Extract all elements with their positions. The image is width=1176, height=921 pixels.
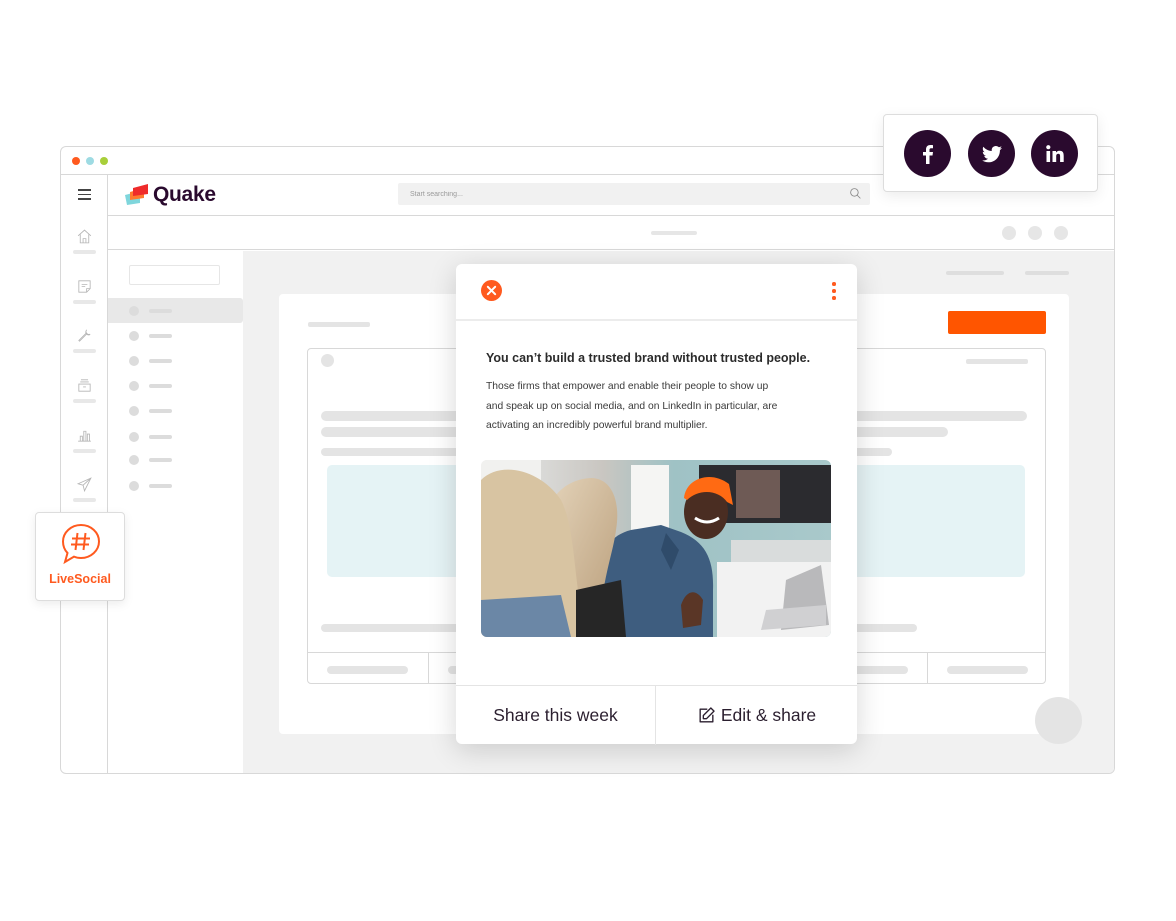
- popup-body-line: Those firms that empower and enable thei…: [486, 381, 769, 392]
- rail-item-tools[interactable]: [61, 327, 108, 367]
- popup-body-line: and speak up on social media, and on Lin…: [486, 400, 778, 412]
- twitter-button[interactable]: [968, 130, 1015, 177]
- note-icon: [78, 280, 91, 293]
- panel-title-placeholder: [308, 322, 370, 327]
- sidebar-list-item[interactable]: [108, 447, 243, 472]
- twitter-icon: [981, 145, 1002, 162]
- window-close-dot[interactable]: [72, 157, 80, 165]
- edit-and-share-button[interactable]: Edit & share: [656, 686, 857, 745]
- rail-item-send[interactable]: [61, 476, 108, 516]
- rail-item-home[interactable]: [61, 228, 108, 268]
- rail-item-notes[interactable]: [61, 278, 108, 318]
- search-input[interactable]: [410, 186, 830, 202]
- share-this-week-label: Share this week: [493, 705, 618, 725]
- popup-header: [456, 264, 857, 321]
- rail-label-placeholder: [73, 449, 96, 453]
- primary-action-button[interactable]: [948, 311, 1046, 334]
- window-maximize-dot[interactable]: [100, 157, 108, 165]
- search-icon[interactable]: [849, 187, 862, 200]
- linkedin-button[interactable]: [1031, 130, 1078, 177]
- facebook-icon: [922, 144, 933, 164]
- rail-label-placeholder: [73, 300, 96, 304]
- sidebar-list-item[interactable]: [108, 473, 243, 498]
- quake-logo[interactable]: Quake: [124, 183, 216, 207]
- footer-action-placeholder[interactable]: [327, 666, 408, 674]
- rail-label-placeholder: [73, 399, 96, 403]
- sidebar-filter-input[interactable]: [129, 265, 220, 285]
- livesocial-label: LiveSocial: [49, 572, 111, 586]
- send-icon: [76, 477, 92, 493]
- rail-item-analytics[interactable]: [61, 427, 108, 467]
- share-this-week-button[interactable]: Share this week: [456, 686, 656, 745]
- popup-footer: Share this week Edit & share: [456, 685, 857, 745]
- social-share-box: [883, 114, 1098, 192]
- linkedin-icon: [1045, 144, 1064, 162]
- toolbar-placeholder: [946, 271, 1004, 275]
- hashtag-chat-icon: [61, 523, 101, 565]
- date-placeholder: [966, 359, 1028, 364]
- close-icon: [486, 285, 497, 296]
- close-button[interactable]: [481, 280, 502, 301]
- livesocial-badge[interactable]: LiveSocial: [35, 512, 125, 601]
- title-placeholder: [651, 231, 697, 235]
- hamburger-icon[interactable]: [78, 189, 91, 200]
- sidebar-list-item[interactable]: [108, 398, 243, 423]
- facebook-button[interactable]: [904, 130, 951, 177]
- sidebar-list-item[interactable]: [108, 298, 243, 323]
- floating-action-button[interactable]: [1035, 697, 1082, 744]
- edit-and-share-label: Edit & share: [720, 705, 817, 725]
- popup-body: Those firms that empower and enable thei…: [486, 377, 831, 436]
- inbox-icon: [78, 379, 91, 392]
- rail-item-inbox[interactable]: [61, 377, 108, 417]
- sub-header: [108, 216, 1114, 250]
- popup-title: You can’t build a trusted brand without …: [486, 351, 811, 365]
- rail-label-placeholder: [73, 250, 96, 254]
- window-minimize-dot[interactable]: [86, 157, 94, 165]
- rail-label-placeholder: [73, 498, 96, 502]
- popup-body-line: activating an incredibly powerful brand …: [486, 420, 708, 431]
- edit-icon: [699, 707, 715, 723]
- post-photo: [481, 460, 831, 637]
- logo-text: Quake: [153, 183, 216, 206]
- icon-rail: [61, 175, 108, 773]
- search-bar[interactable]: [398, 183, 870, 205]
- quake-logo-icon: [125, 184, 148, 205]
- wrench-icon: [78, 329, 91, 342]
- toolbar-placeholder: [1025, 271, 1069, 275]
- header-action-circle[interactable]: [1054, 226, 1068, 240]
- sidebar-list-item[interactable]: [108, 373, 243, 398]
- avatar: [321, 354, 334, 367]
- header-action-circle[interactable]: [1002, 226, 1016, 240]
- bar-chart-icon: [78, 430, 91, 442]
- home-icon: [77, 229, 92, 244]
- footer-action-placeholder[interactable]: [947, 666, 1028, 674]
- rail-label-placeholder: [73, 349, 96, 353]
- sidebar-list-item[interactable]: [108, 424, 243, 449]
- sidebar-list-item[interactable]: [108, 348, 243, 373]
- header-action-circle[interactable]: [1028, 226, 1042, 240]
- secondary-sidebar: [108, 251, 243, 773]
- more-options-icon[interactable]: [830, 282, 838, 300]
- share-popup: You can’t build a trusted brand without …: [456, 264, 857, 745]
- sidebar-list-item[interactable]: [108, 323, 243, 348]
